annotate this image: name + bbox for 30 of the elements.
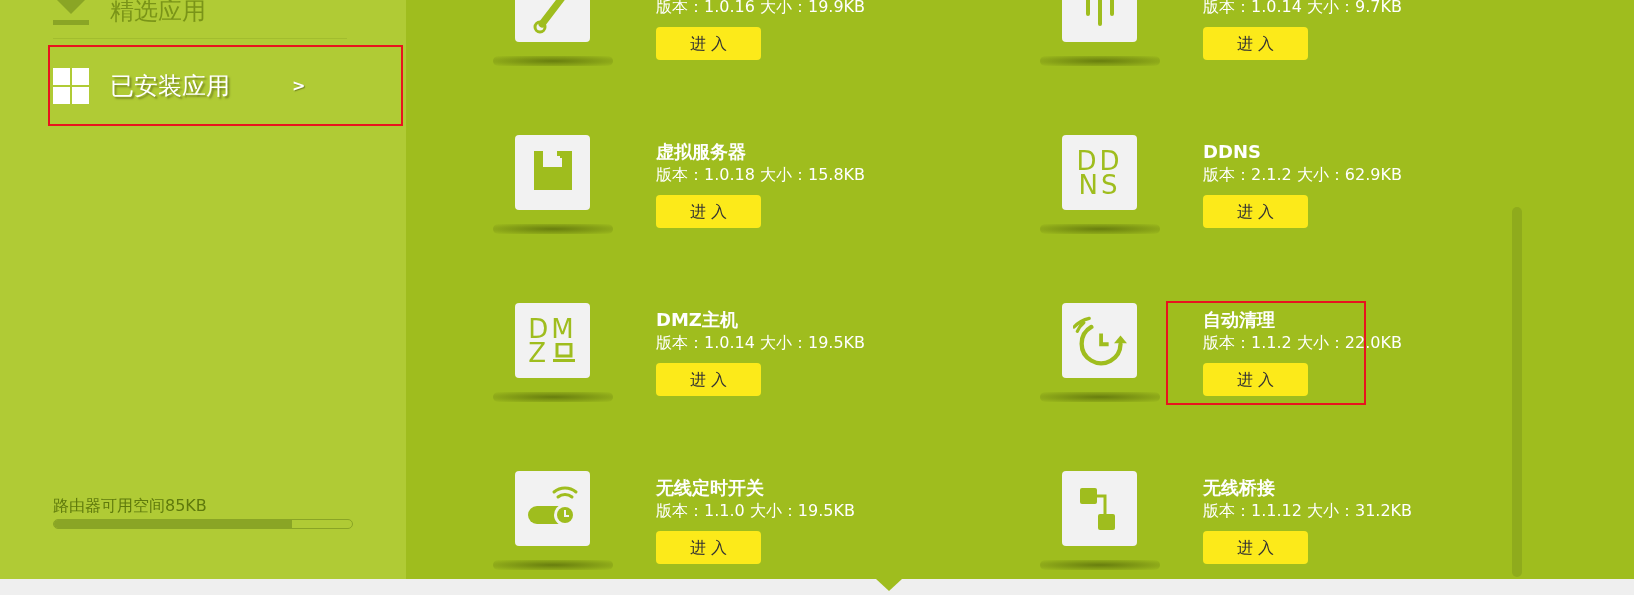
app-title: 无线定时开关 [656,477,764,498]
icon-label: DD [1076,148,1123,173]
app-title: 无线桥接 [1203,477,1275,498]
enter-button[interactable]: 进 入 [1203,531,1308,564]
app-title: DDNS [1203,141,1261,162]
monitor-icon [553,342,576,363]
arrow-label: > [292,74,306,97]
storage-label: 路由器可用空间85KB [53,495,208,517]
app-title: 自动清理 [1203,309,1275,330]
version-info: 版本：1.1.0 大小：19.5KB [656,500,855,522]
app-title: DMZ主机 [656,309,738,330]
grid-icon [53,67,89,104]
icon-label: Z [528,340,550,365]
app-title: 虚拟服务器 [656,141,746,162]
enter-button[interactable]: 进 入 [1203,195,1308,228]
enter-button[interactable]: 进 入 [656,27,761,60]
download-icon [53,0,89,26]
enter-button[interactable]: 进 入 [656,531,761,564]
version-info: 版本：2.1.2 大小：62.9KB [1203,164,1402,186]
enter-button[interactable]: 进 入 [1203,27,1308,60]
enter-button[interactable]: 进 入 [1203,363,1308,396]
version-info: 版本：1.0.14 大小：19.5KB [656,332,866,354]
lines-icon [1085,0,1114,26]
icon-label: NS [1078,172,1121,197]
version-info: 版本：1.1.12 大小：31.2KB [1203,500,1413,522]
enter-button[interactable]: 进 入 [656,363,761,396]
icon-label: DM [528,316,577,341]
enter-button[interactable]: 进 入 [656,195,761,228]
sidebar-label: 已安装应用 [110,70,230,101]
version-info: 版本：1.0.18 大小：15.8KB [656,164,866,186]
